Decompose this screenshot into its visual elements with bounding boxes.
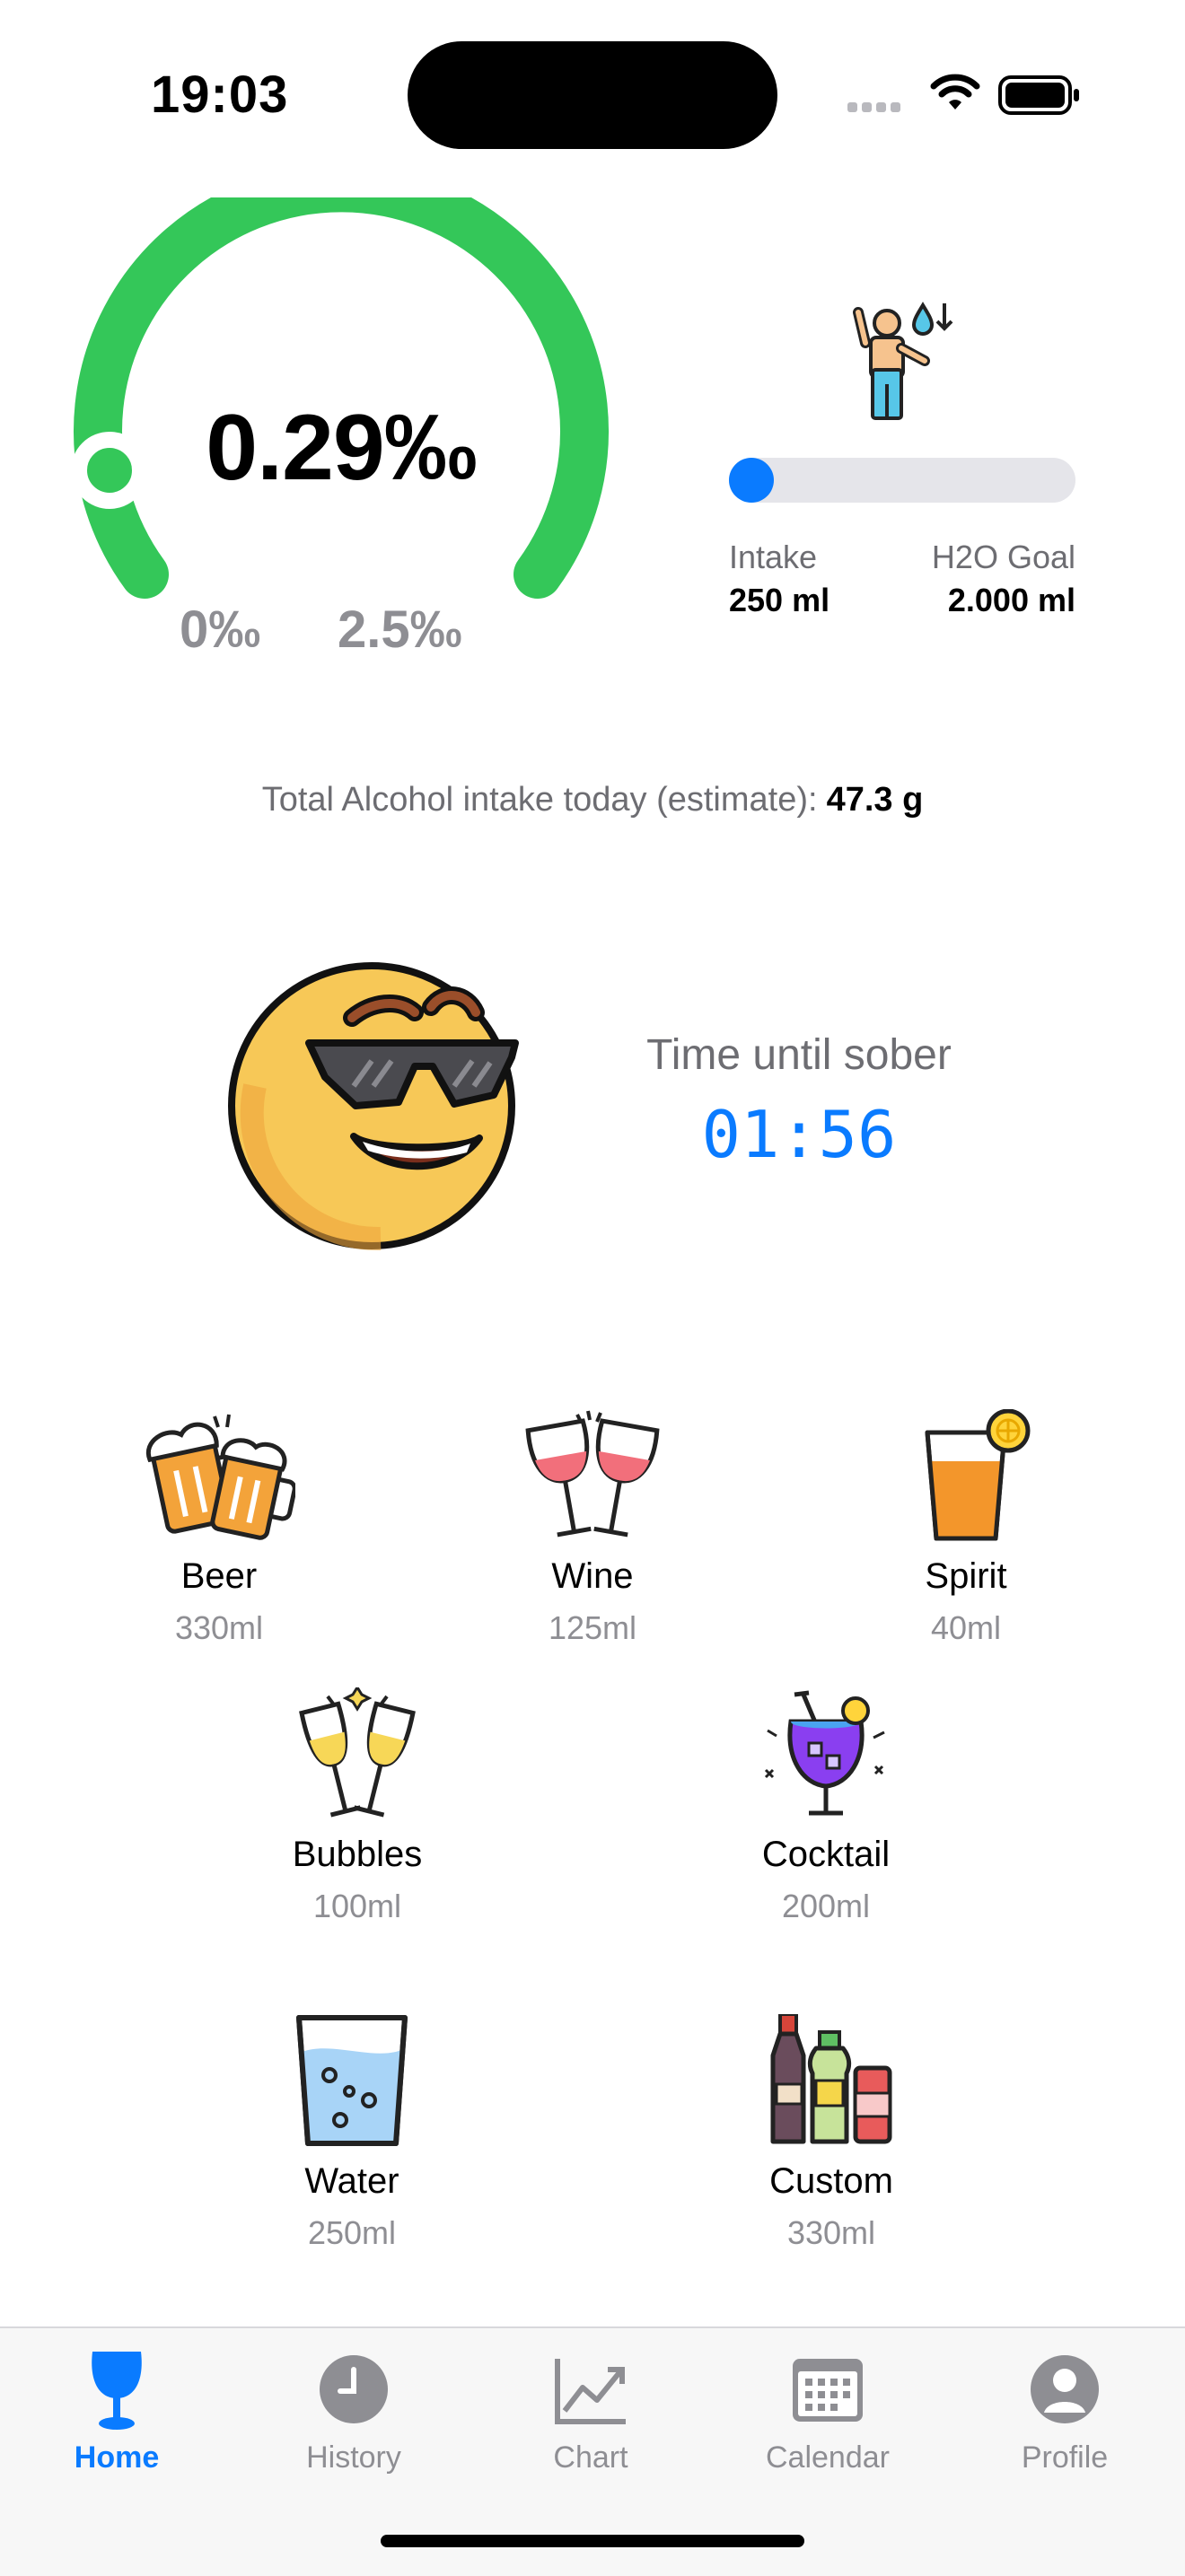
tab-history[interactable]: History [264, 2346, 443, 2475]
bac-value: 0.29‰ [206, 396, 477, 500]
drink-bubbles[interactable]: Bubbles 100ml [250, 1687, 465, 1925]
glass-icon [92, 2352, 142, 2430]
tab-label: Calendar [766, 2440, 890, 2475]
water-progress-track [729, 458, 1075, 503]
gauge-knob[interactable] [71, 432, 148, 509]
drink-volume: 125ml [548, 1609, 637, 1646]
sober-label: Time until sober [646, 1031, 952, 1079]
wine-icon [525, 1410, 660, 1538]
drink-volume: 330ml [786, 2214, 876, 2251]
beer-icon [145, 1414, 295, 1540]
cocktail-icon [764, 1690, 885, 1816]
drink-name: Custom [769, 2161, 893, 2201]
drink-volume: 100ml [312, 1888, 402, 1924]
goal-value: 2.000 ml [947, 582, 1075, 618]
gauge-min-label: 0‰ [180, 600, 261, 659]
total-intake-row: Total Alcohol intake today (estimate): 47… [0, 781, 1185, 819]
water-icon [296, 2015, 408, 2146]
cool-face-emoji-icon [219, 951, 524, 1261]
total-intake-value: 47.3 g [826, 781, 924, 819]
drink-volume: 330ml [174, 1609, 264, 1646]
signal-icon [847, 101, 905, 117]
drink-name: Cocktail [761, 1835, 891, 1874]
drink-custom[interactable]: Custom 330ml [724, 2014, 939, 2252]
custom-icon [770, 2014, 892, 2144]
drink-wine[interactable]: Wine 125ml [485, 1409, 700, 1647]
drink-name: Bubbles [292, 1835, 423, 1874]
drink-water[interactable]: Water 250ml [244, 2014, 460, 2252]
spirit-icon [925, 1409, 1031, 1541]
drink-name: Wine [551, 1556, 634, 1596]
battery-icon [998, 75, 1081, 119]
tab-label: Profile [1021, 2440, 1109, 2475]
dynamic-island [408, 41, 777, 149]
bubbles-icon [299, 1687, 416, 1818]
sober-countdown: 01:56 [701, 1097, 897, 1172]
drink-name: Water [304, 2161, 399, 2201]
drink-volume: 200ml [781, 1888, 871, 1924]
water-person-icon[interactable] [847, 298, 955, 428]
tab-profile[interactable]: Profile [975, 2346, 1154, 2475]
drink-name: Spirit [925, 1556, 1007, 1596]
drink-name: Beer [180, 1556, 258, 1596]
tab-chart[interactable]: Chart [501, 2346, 680, 2475]
drink-beer[interactable]: Beer 330ml [111, 1409, 327, 1647]
clock-icon [320, 2355, 388, 2423]
wifi-icon [930, 72, 980, 116]
drink-volume: 40ml [930, 1609, 1002, 1646]
calendar-icon [793, 2359, 863, 2422]
profile-icon [1031, 2355, 1099, 2423]
gauge-max-label: 2.5‰ [338, 600, 462, 659]
drink-cocktail[interactable]: Cocktail 200ml [718, 1687, 934, 1925]
tab-calendar[interactable]: Calendar [738, 2346, 917, 2475]
home-indicator [381, 2535, 804, 2547]
status-time: 19:03 [151, 66, 289, 124]
total-intake-label: Total Alcohol intake today (estimate): [261, 781, 818, 819]
goal-label: H2O Goal [931, 539, 1075, 575]
tab-label: Home [74, 2440, 160, 2475]
tab-label: Chart [553, 2440, 628, 2475]
drink-spirit[interactable]: Spirit 40ml [858, 1409, 1074, 1647]
chart-icon [555, 2359, 626, 2424]
intake-label: Intake [729, 539, 818, 575]
drink-volume: 250ml [307, 2214, 397, 2251]
water-progress-fill[interactable] [729, 458, 774, 503]
tab-label: History [306, 2440, 401, 2475]
tab-home[interactable]: Home [27, 2346, 206, 2475]
